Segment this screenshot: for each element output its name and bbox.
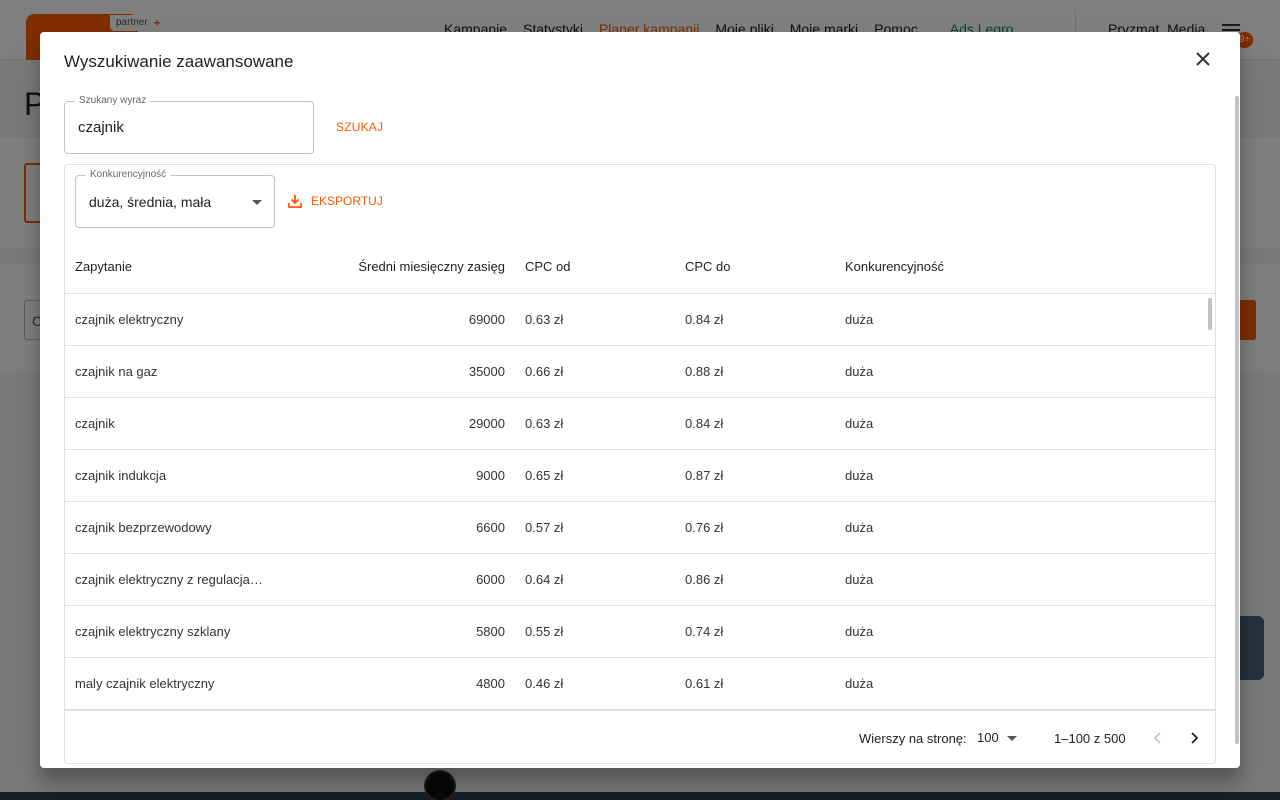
table-row[interactable]: czajnik elektryczny szklany 5800 0.55 zł… <box>65 606 1215 658</box>
rows-per-page-select[interactable]: 100 <box>977 730 999 745</box>
close-button[interactable] <box>1190 46 1216 72</box>
cell-cpc-from: 0.64 zł <box>525 572 564 587</box>
cell-query: maly czajnik elektryczny <box>75 676 215 691</box>
cell-competition: duża <box>845 624 874 639</box>
cell-reach: 35000 <box>468 364 505 379</box>
cell-query: czajnik na gaz <box>75 364 158 379</box>
chevron-right-icon <box>1191 732 1199 744</box>
competition-select[interactable]: Konkurencyjność duża, średnia, mała <box>75 169 275 228</box>
pagination-range: 1–100 z 500 <box>1054 731 1126 746</box>
cell-reach: 29000 <box>468 416 505 431</box>
advanced-search-dialog: Wyszukiwanie zaawansowane Szukany wyraz … <box>40 32 1240 768</box>
table-row[interactable]: czajnik elektryczny z regulacja te... 60… <box>65 554 1215 606</box>
cell-competition: duża <box>845 364 874 379</box>
cell-cpc-from: 0.57 zł <box>525 520 564 535</box>
cell-cpc-from: 0.65 zł <box>525 468 564 483</box>
cell-cpc-to: 0.61 zł <box>685 676 724 691</box>
download-icon <box>288 195 302 208</box>
search-input[interactable]: Szukany wyraz czajnik <box>64 95 314 154</box>
cell-reach: 4800 <box>476 676 505 691</box>
next-page-button[interactable] <box>1182 726 1206 750</box>
column-header-cpc-from[interactable]: CPC od <box>525 259 571 274</box>
dialog-scrollbar-thumb[interactable] <box>1235 96 1239 744</box>
cell-competition: duża <box>845 676 874 691</box>
export-button[interactable]: EKSPORTUJ <box>287 193 383 209</box>
table-scrollbar[interactable] <box>1208 298 1212 330</box>
cell-reach: 6000 <box>476 572 505 587</box>
cell-reach: 6600 <box>476 520 505 535</box>
cell-query: czajnik elektryczny z regulacja te... <box>75 572 265 587</box>
cell-query: czajnik bezprzewodowy <box>75 520 212 535</box>
export-button-label: EKSPORTUJ <box>311 194 383 208</box>
close-icon <box>1196 52 1210 66</box>
cell-cpc-to: 0.84 zł <box>685 416 724 431</box>
column-header-competition[interactable]: Konkurencyjność <box>845 259 944 274</box>
rows-per-page-label: Wierszy na stronę: <box>859 731 967 746</box>
cell-query: czajnik elektryczny <box>75 312 184 327</box>
cell-reach: 9000 <box>476 468 505 483</box>
cell-query: czajnik elektryczny szklany <box>75 624 231 639</box>
table-row[interactable]: czajnik indukcja 9000 0.65 zł 0.87 zł du… <box>65 450 1215 502</box>
column-header-reach[interactable]: Średni miesięczny zasięg <box>305 259 505 274</box>
caret-down-icon[interactable] <box>1007 736 1017 741</box>
cell-competition: duża <box>845 416 874 431</box>
results-card: Konkurencyjność duża, średnia, mała EKSP… <box>64 164 1216 764</box>
table-row[interactable]: czajnik na gaz 35000 0.66 zł 0.88 zł duż… <box>65 346 1215 398</box>
table-row[interactable]: czajnik 29000 0.63 zł 0.84 zł duża <box>65 398 1215 450</box>
table-body: czajnik elektryczny 69000 0.63 zł 0.84 z… <box>65 294 1215 710</box>
previous-page-button[interactable] <box>1146 726 1170 750</box>
cell-cpc-from: 0.63 zł <box>525 416 564 431</box>
competition-select-value: duża, średnia, mała <box>89 194 212 210</box>
cell-cpc-to: 0.84 zł <box>685 312 724 327</box>
table-header: Zapytanie Średni miesięczny zasięg CPC o… <box>65 239 1215 294</box>
cell-reach: 5800 <box>476 624 505 639</box>
cell-cpc-to: 0.88 zł <box>685 364 724 379</box>
search-button[interactable]: SZUKAJ <box>336 120 383 134</box>
search-input-value[interactable]: czajnik <box>78 119 124 136</box>
column-header-query[interactable]: Zapytanie <box>75 259 132 274</box>
cell-competition: duża <box>845 312 874 327</box>
cell-competition: duża <box>845 468 874 483</box>
table-row[interactable]: czajnik bezprzewodowy 6600 0.57 zł 0.76 … <box>65 502 1215 554</box>
cell-cpc-from: 0.66 zł <box>525 364 564 379</box>
cell-cpc-to: 0.76 zł <box>685 520 724 535</box>
dialog-title: Wyszukiwanie zaawansowane <box>64 52 294 71</box>
table-row[interactable]: maly czajnik elektryczny 4800 0.46 zł 0.… <box>65 658 1215 710</box>
cell-query: czajnik indukcja <box>75 468 167 483</box>
dialog-scrollbar[interactable] <box>1234 96 1240 744</box>
table-pagination: Wierszy na stronę: 100 1–100 z 500 <box>65 710 1215 763</box>
cell-query: czajnik <box>75 416 115 431</box>
caret-down-icon <box>252 200 262 205</box>
cell-cpc-from: 0.46 zł <box>525 676 564 691</box>
cell-cpc-to: 0.86 zł <box>685 572 724 587</box>
cell-cpc-from: 0.63 zł <box>525 312 564 327</box>
cell-competition: duża <box>845 572 874 587</box>
cell-competition: duża <box>845 520 874 535</box>
competition-select-label: Konkurencyjność <box>86 169 171 181</box>
chevron-left-icon <box>1153 732 1161 744</box>
cell-cpc-to: 0.74 zł <box>685 624 724 639</box>
search-input-label: Szukany wyraz <box>75 95 151 107</box>
column-header-cpc-to[interactable]: CPC do <box>685 259 731 274</box>
cell-cpc-to: 0.87 zł <box>685 468 724 483</box>
cell-cpc-from: 0.55 zł <box>525 624 564 639</box>
cell-reach: 69000 <box>468 312 505 327</box>
table-row[interactable]: czajnik elektryczny 69000 0.63 zł 0.84 z… <box>65 294 1215 346</box>
